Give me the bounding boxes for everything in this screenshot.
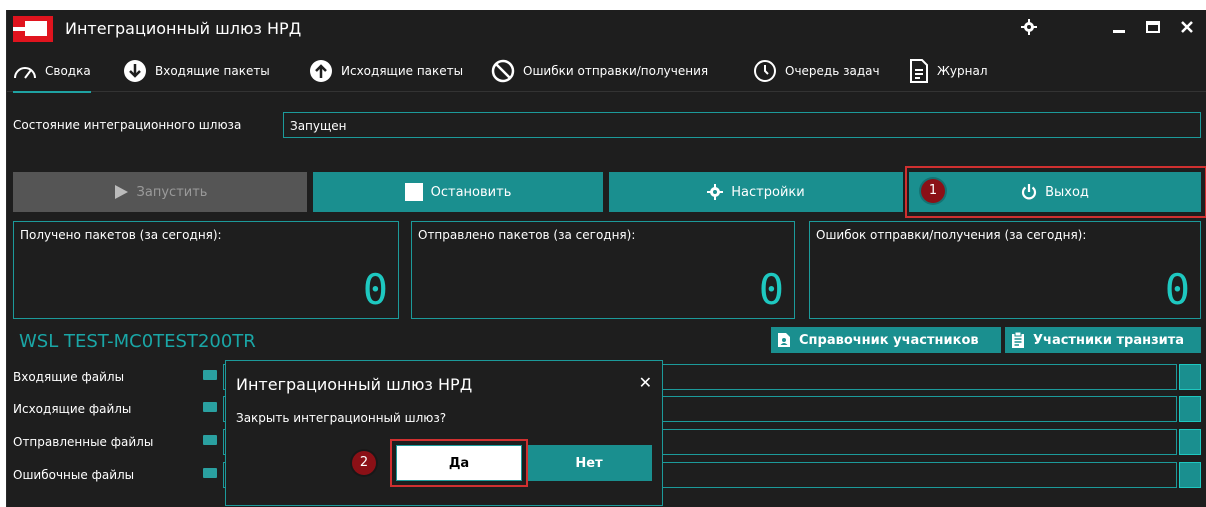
- clipboard-icon[interactable]: [1179, 429, 1201, 455]
- tab-label: Исходящие пакеты: [341, 64, 464, 78]
- folder-label: Ошибочные файлы: [13, 468, 135, 482]
- errors-count: 0: [1164, 265, 1190, 314]
- sent-stat-panel: Отправлено пакетов (за сегодня): 0: [411, 221, 795, 319]
- tab-label: Ошибки отправки/получения: [523, 64, 709, 78]
- folder-open-icon[interactable]: [203, 468, 217, 478]
- tab-label: Очередь задач: [785, 64, 880, 78]
- status-field: Запущен: [283, 112, 1201, 138]
- minimize-icon[interactable]: [1109, 19, 1129, 39]
- clipboard-icon: [1012, 332, 1024, 348]
- contact-card-icon: [778, 333, 790, 347]
- tab-label: Входящие пакеты: [155, 64, 270, 78]
- received-count: 0: [362, 265, 388, 314]
- errors-label: Ошибок отправки/получения (за сегодня):: [816, 228, 1087, 242]
- clipboard-icon[interactable]: [1179, 364, 1201, 390]
- sent-count: 0: [758, 265, 784, 314]
- arrow-up-circle-icon: [310, 60, 332, 82]
- step-badge-2: 2: [352, 451, 376, 475]
- clipboard-icon[interactable]: [1179, 396, 1201, 422]
- participants-directory-button[interactable]: Справочник участников: [771, 327, 1001, 353]
- nrd-logo-icon: [13, 16, 53, 42]
- received-stat-panel: Получено пакетов (за сегодня): 0: [13, 221, 399, 319]
- document-icon: [910, 59, 928, 83]
- start-label: Запустить: [136, 184, 208, 200]
- arrow-down-circle-icon: [124, 60, 146, 82]
- status-label: Состояние интеграционного шлюза: [13, 118, 242, 132]
- errors-stat-panel: Ошибок отправки/получения (за сегодня): …: [809, 221, 1201, 319]
- prohibited-icon: [491, 59, 515, 83]
- received-label: Получено пакетов (за сегодня):: [20, 228, 222, 242]
- dialog-title: Интеграционный шлюз НРД: [236, 375, 473, 394]
- folder-label: Входящие файлы: [13, 370, 125, 384]
- tab-task-queue[interactable]: Очередь задач: [753, 56, 880, 86]
- tab-summary[interactable]: Сводка: [13, 56, 91, 93]
- gear-icon[interactable]: [1019, 19, 1039, 39]
- window-title: Интеграционный шлюз НРД: [65, 19, 302, 38]
- folder-open-icon[interactable]: [203, 435, 217, 445]
- start-button[interactable]: Запустить: [13, 172, 307, 212]
- folder-label: Отправленные файлы: [13, 435, 154, 449]
- no-button[interactable]: Нет: [526, 445, 652, 481]
- gauge-icon: [14, 67, 36, 79]
- settings-label: Настройки: [731, 184, 805, 200]
- close-icon[interactable]: [1177, 19, 1197, 39]
- play-icon: [114, 185, 128, 199]
- folder-label: Исходящие файлы: [13, 402, 132, 416]
- settings-button[interactable]: Настройки: [609, 172, 903, 212]
- tab-label: Журнал: [937, 64, 988, 78]
- title-bar: Интеграционный шлюз НРД: [7, 10, 1206, 48]
- tab-journal[interactable]: Журнал: [909, 56, 988, 86]
- transit-participants-button[interactable]: Участники транзита: [1005, 327, 1201, 353]
- confirm-exit-dialog: Интеграционный шлюз НРД ✕ Закрыть интегр…: [225, 360, 663, 506]
- transit-participants-label: Участники транзита: [1033, 332, 1185, 348]
- folder-open-icon[interactable]: [203, 402, 217, 412]
- app-window: Интеграционный шлюз НРД Сводка Входящие …: [6, 10, 1206, 507]
- highlight-yes-frame: [390, 439, 528, 487]
- highlight-exit-frame: [905, 166, 1206, 218]
- dialog-message: Закрыть интеграционный шлюз?: [236, 411, 447, 425]
- top-margin: [0, 0, 1206, 10]
- stop-button[interactable]: Остановить: [313, 172, 603, 212]
- tab-label: Сводка: [45, 64, 91, 78]
- dialog-close-icon[interactable]: ✕: [639, 373, 652, 392]
- wsl-name: WSL TEST-MC0TEST200TR: [19, 331, 256, 352]
- tab-incoming-packets[interactable]: Входящие пакеты: [123, 56, 270, 86]
- stop-label: Остановить: [430, 184, 512, 200]
- stop-icon: [404, 183, 423, 201]
- tab-outgoing-packets[interactable]: Исходящие пакеты: [309, 56, 463, 86]
- tab-send-receive-errors[interactable]: Ошибки отправки/получения: [491, 56, 708, 86]
- clock-icon: [754, 60, 776, 82]
- sent-label: Отправлено пакетов (за сегодня):: [418, 228, 636, 242]
- maximize-icon[interactable]: [1143, 19, 1163, 39]
- folder-open-icon[interactable]: [203, 370, 217, 380]
- main-menu: Сводка Входящие пакеты Исходящие пакеты …: [7, 48, 1206, 93]
- step-badge-1: 1: [921, 179, 945, 203]
- participants-directory-label: Справочник участников: [799, 332, 979, 348]
- clipboard-icon[interactable]: [1179, 462, 1201, 488]
- gear-icon: [707, 184, 724, 200]
